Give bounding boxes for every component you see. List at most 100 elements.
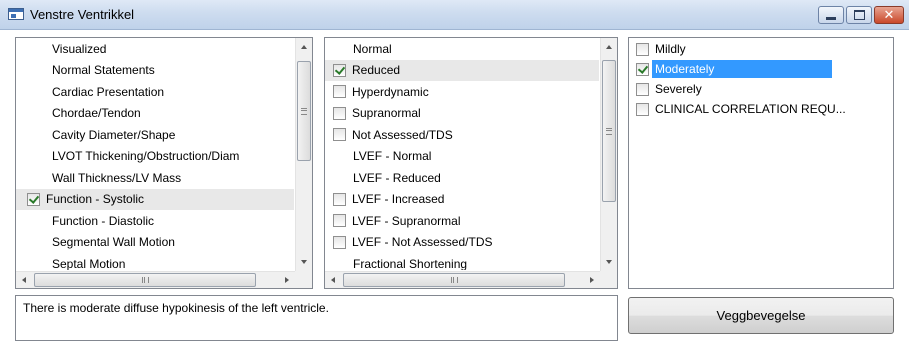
window-title: Venstre Ventrikkel [30, 7, 135, 22]
category-item[interactable]: Cardiac Presentation [16, 81, 294, 103]
finding-item-label: Not Assessed/TDS [352, 127, 453, 142]
scrollbar-corner [295, 271, 312, 288]
category-item[interactable]: Function - Diastolic [16, 210, 294, 232]
severity-item[interactable]: Moderately [629, 59, 893, 79]
finding-item-label: Fractional Shortening [353, 256, 468, 270]
severity-item[interactable]: CLINICAL CORRELATION REQU... [629, 99, 893, 119]
finding-item[interactable]: Supranormal [325, 103, 599, 125]
finding-item-label: LVEF - Increased [352, 192, 445, 207]
finding-item-label: Normal [353, 41, 392, 56]
severity-item[interactable]: Severely [629, 79, 893, 99]
checkbox[interactable] [636, 42, 649, 56]
checkbox[interactable] [636, 102, 649, 116]
category-item[interactable]: Chordae/Tendon [16, 103, 294, 125]
category-vertical-scrollbar[interactable] [295, 38, 312, 271]
category-item[interactable]: Wall Thickness/LV Mass [16, 167, 294, 189]
finding-item[interactable]: Reduced [325, 59, 599, 81]
checkbox-checked[interactable] [636, 62, 649, 76]
severity-item[interactable]: Mildly [629, 39, 893, 59]
category-item[interactable]: Segmental Wall Motion [16, 232, 294, 254]
category-item-label: Wall Thickness/LV Mass [52, 170, 182, 185]
category-item-label: Function - Diastolic [52, 213, 155, 228]
category-horizontal-scrollbar[interactable]: III [16, 271, 295, 288]
maximize-button[interactable] [846, 6, 872, 24]
category-item-label: Septal Motion [52, 256, 126, 270]
checkbox[interactable] [333, 106, 346, 120]
horizontal-thumb-grip: III [142, 277, 149, 283]
finding-item-label: LVEF - Reduced [353, 170, 441, 185]
minimize-icon [826, 16, 836, 20]
finding-item[interactable]: Fractional Shortening [325, 253, 599, 270]
vertical-scroll-thumb[interactable] [297, 61, 311, 161]
scroll-down-arrow-icon[interactable] [606, 260, 612, 264]
finding-item-label: LVEF - Supranormal [352, 213, 461, 228]
finding-item[interactable]: LVEF - Increased [325, 189, 599, 211]
minimize-button[interactable] [818, 6, 844, 24]
checkbox-checked[interactable] [333, 63, 346, 77]
finding-item-label: Reduced [352, 63, 401, 78]
category-item-label: Cavity Diameter/Shape [52, 127, 176, 142]
findings-list: Normal Reduced Hyperdynamic Supranormal Not … [325, 38, 599, 270]
scroll-down-arrow-icon[interactable] [301, 260, 307, 264]
checkbox[interactable] [333, 214, 346, 228]
close-button[interactable]: ✕ [874, 6, 904, 24]
finding-item-label: LVEF - Not Assessed/TDS [352, 235, 493, 250]
category-item[interactable]: LVOT Thickening/Obstruction/Diam [16, 146, 294, 168]
category-list: Visualized Normal Statements Cardiac Prese… [16, 38, 294, 270]
horizontal-thumb-grip: III [451, 277, 458, 283]
category-item-label: Function - Systolic [46, 192, 145, 207]
checkbox-checked[interactable] [27, 192, 40, 206]
severity-item-label: Mildly [655, 42, 686, 56]
findings-listbox[interactable]: Normal Reduced Hyperdynamic Supranormal Not … [324, 37, 618, 289]
maximize-icon [853, 10, 865, 20]
checkbox[interactable] [333, 128, 346, 142]
veggbevegelse-button[interactable]: Veggbevegelse [628, 297, 894, 334]
scroll-right-arrow-icon[interactable] [590, 277, 594, 283]
checkbox[interactable] [333, 235, 346, 249]
finding-item[interactable]: LVEF - Supranormal [325, 210, 599, 232]
category-item-label: Cardiac Presentation [52, 84, 165, 99]
severity-listbox[interactable]: Mildly Moderately Severely CLINICAL CORRELA… [628, 37, 894, 289]
category-item[interactable]: Normal Statements [16, 60, 294, 82]
category-listbox[interactable]: Visualized Normal Statements Cardiac Prese… [15, 37, 313, 289]
category-item[interactable]: Cavity Diameter/Shape [16, 124, 294, 146]
window-icon [8, 8, 24, 20]
severity-item-label: Moderately [652, 60, 833, 78]
findings-vertical-scrollbar[interactable] [600, 38, 617, 271]
finding-item[interactable]: LVEF - Reduced [325, 167, 599, 189]
category-item-label: Visualized [52, 41, 107, 56]
finding-item[interactable]: Hyperdynamic [325, 81, 599, 103]
finding-item[interactable]: Not Assessed/TDS [325, 124, 599, 146]
scroll-left-arrow-icon[interactable] [331, 277, 335, 283]
category-item-label: LVOT Thickening/Obstruction/Diam [52, 149, 240, 164]
checkbox[interactable] [636, 82, 649, 96]
checkbox[interactable] [333, 85, 346, 99]
scrollbar-corner [600, 271, 617, 288]
finding-item-label: Hyperdynamic [352, 84, 429, 99]
findings-horizontal-scrollbar[interactable]: III [325, 271, 600, 288]
horizontal-scroll-thumb[interactable]: III [34, 273, 256, 287]
vertical-scroll-thumb[interactable] [602, 60, 616, 202]
finding-item[interactable]: LVEF - Not Assessed/TDS [325, 232, 599, 254]
scroll-up-arrow-icon[interactable] [606, 45, 612, 49]
scroll-left-arrow-icon[interactable] [22, 277, 26, 283]
finding-item-label: Supranormal [352, 106, 421, 121]
severity-list: Mildly Moderately Severely CLINICAL CORRELA… [629, 38, 893, 288]
scroll-up-arrow-icon[interactable] [301, 45, 307, 49]
close-icon: ✕ [883, 7, 895, 23]
title-bar: Venstre Ventrikkel ✕ [0, 0, 909, 30]
checkbox[interactable] [333, 192, 346, 206]
category-item[interactable]: Septal Motion [16, 253, 294, 270]
category-item[interactable]: Function - Systolic [16, 188, 294, 210]
statement-textarea[interactable]: There is moderate diffuse hypokinesis of… [15, 295, 618, 341]
category-item-label: Chordae/Tendon [52, 106, 141, 121]
horizontal-scroll-thumb[interactable]: III [343, 273, 565, 287]
category-item-label: Segmental Wall Motion [52, 235, 175, 250]
finding-item[interactable]: LVEF - Normal [325, 146, 599, 168]
category-item-label: Normal Statements [52, 63, 155, 78]
category-item[interactable]: Visualized [16, 38, 294, 60]
severity-item-label: Severely [655, 82, 702, 96]
scroll-right-arrow-icon[interactable] [285, 277, 289, 283]
finding-item[interactable]: Normal [325, 38, 599, 60]
severity-item-label: CLINICAL CORRELATION REQU... [655, 102, 846, 116]
